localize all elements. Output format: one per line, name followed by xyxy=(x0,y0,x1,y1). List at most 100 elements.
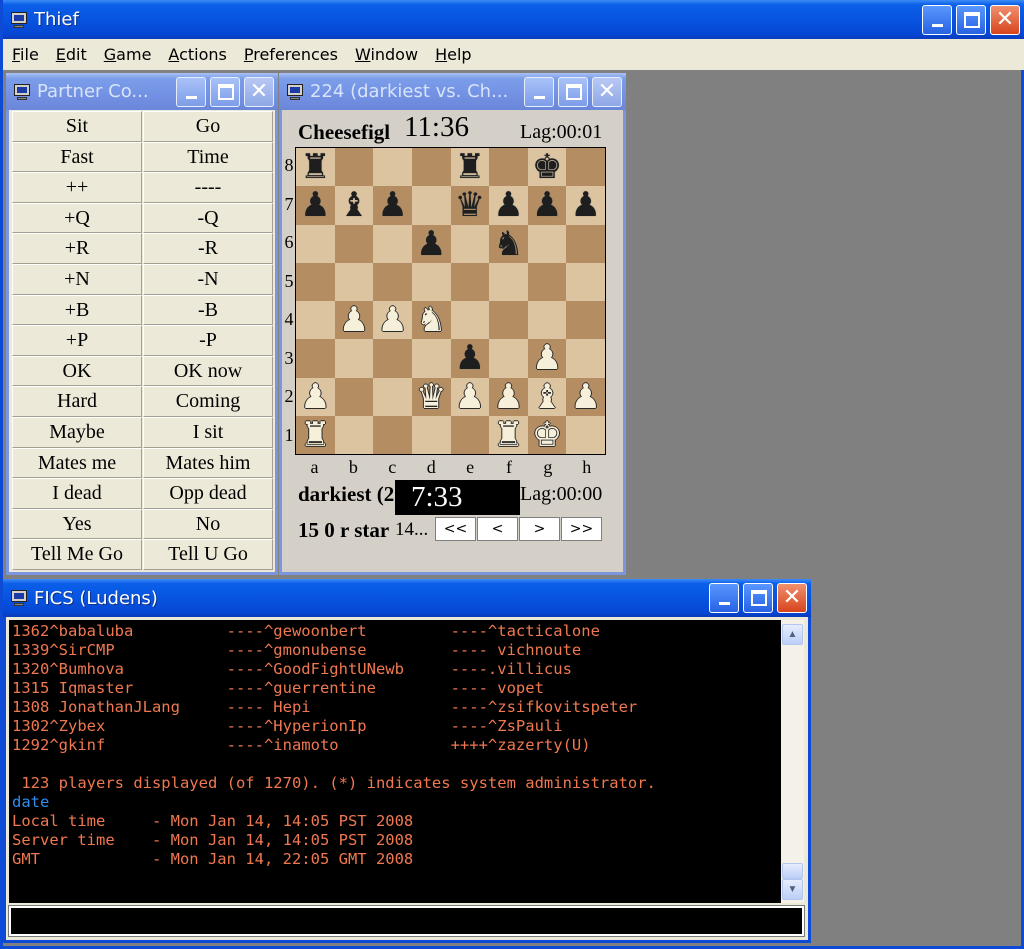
board-square[interactable]: ♟ xyxy=(450,339,490,378)
partner-button[interactable]: Tell U Go xyxy=(143,539,273,570)
chess-piece[interactable]: ♟ xyxy=(570,380,600,414)
board-square[interactable]: ♝ xyxy=(334,186,374,225)
board-square[interactable] xyxy=(566,262,605,301)
chess-piece[interactable]: ♝ xyxy=(532,380,562,414)
close-button[interactable]: ✕ xyxy=(990,4,1020,35)
board-square[interactable] xyxy=(450,224,490,263)
partner-button[interactable]: Coming xyxy=(143,386,273,417)
board-square[interactable] xyxy=(450,262,490,301)
board-square[interactable] xyxy=(334,415,374,454)
board-square[interactable]: ♟ xyxy=(296,377,335,416)
board-square[interactable] xyxy=(450,301,490,340)
chess-piece[interactable]: ♟ xyxy=(455,341,485,375)
board-square[interactable]: ♜ xyxy=(296,415,335,454)
partner-button[interactable]: Sit xyxy=(12,111,142,142)
fics-title-bar[interactable]: FICS (Ludens) ✕ xyxy=(3,579,811,617)
board-square[interactable]: ♟ xyxy=(489,377,528,416)
game-title-bar[interactable]: 224 (darkiest vs. Ch... ✕ xyxy=(279,73,626,110)
board-square[interactable] xyxy=(489,262,528,301)
partner-button[interactable]: -R xyxy=(143,233,273,264)
minimize-button[interactable] xyxy=(524,76,554,107)
partner-title-bar[interactable]: Partner Co... ✕ xyxy=(6,73,278,110)
board-square[interactable] xyxy=(411,186,451,225)
scroll-down-icon[interactable]: ▼ xyxy=(782,879,803,900)
menu-preferences[interactable]: Preferences xyxy=(235,45,346,64)
board-square[interactable]: ♚ xyxy=(527,415,567,454)
board-square[interactable] xyxy=(334,377,374,416)
board-square[interactable] xyxy=(373,339,412,378)
chess-piece[interactable]: ♚ xyxy=(532,418,562,452)
partner-button[interactable]: Hard xyxy=(12,386,142,417)
nav-first-button[interactable]: << xyxy=(435,517,476,541)
minimize-button[interactable] xyxy=(709,583,739,613)
chess-piece[interactable]: ♞ xyxy=(416,303,446,337)
partner-button[interactable]: +Q xyxy=(12,202,142,234)
maximize-button[interactable] xyxy=(210,76,240,107)
board-square[interactable] xyxy=(566,301,605,340)
board-square[interactable]: ♛ xyxy=(411,377,451,416)
board-square[interactable] xyxy=(373,415,412,454)
board-square[interactable] xyxy=(296,262,335,301)
chess-piece[interactable]: ♟ xyxy=(416,227,446,261)
partner-button[interactable]: ++ xyxy=(12,172,142,203)
board-square[interactable] xyxy=(450,415,490,454)
nav-prev-button[interactable]: < xyxy=(477,517,518,541)
board-square[interactable]: ♟ xyxy=(373,186,412,225)
board-square[interactable] xyxy=(566,339,605,378)
chess-piece[interactable]: ♛ xyxy=(455,188,485,222)
board-square[interactable] xyxy=(296,301,335,340)
command-input[interactable] xyxy=(8,905,805,937)
partner-button[interactable]: OK now xyxy=(143,355,273,387)
board-square[interactable] xyxy=(489,301,528,340)
chess-piece[interactable]: ♛ xyxy=(416,380,446,414)
partner-button[interactable]: -Q xyxy=(143,202,273,234)
partner-button[interactable]: +P xyxy=(12,325,142,356)
partner-button[interactable]: Mates him xyxy=(143,447,273,479)
chess-piece[interactable]: ♟ xyxy=(455,380,485,414)
board-square[interactable]: ♟ xyxy=(489,186,528,225)
board-square[interactable]: ♟ xyxy=(373,301,412,340)
console-scrollbar[interactable]: ▲ ▼ xyxy=(781,620,804,903)
board-square[interactable] xyxy=(411,148,451,187)
chess-piece[interactable]: ♜ xyxy=(300,150,330,184)
board-square[interactable] xyxy=(527,262,567,301)
scroll-up-icon[interactable]: ▲ xyxy=(782,624,803,645)
chess-board[interactable]: ♜ ♜ ♚ ♟ ♝ ♟ ♛ ♟ ♟ ♟ ♟ ♞ ♟ ♟ ♞ ♟ ♟ ♟ ♛ ♟ ♟ ♝ ♟ ♜ ♜ ♚ xyxy=(295,147,606,455)
board-square[interactable]: ♛ xyxy=(450,186,490,225)
minimize-button[interactable] xyxy=(176,76,206,107)
chess-piece[interactable]: ♟ xyxy=(532,188,562,222)
board-square[interactable] xyxy=(373,262,412,301)
chess-piece[interactable]: ♟ xyxy=(532,341,562,375)
menu-game[interactable]: Game xyxy=(95,45,160,64)
board-square[interactable] xyxy=(489,148,528,187)
partner-button[interactable]: I sit xyxy=(143,416,273,448)
partner-button[interactable]: Time xyxy=(143,141,273,173)
board-square[interactable] xyxy=(566,224,605,263)
board-square[interactable] xyxy=(334,262,374,301)
board-square[interactable] xyxy=(373,148,412,187)
board-square[interactable]: ♜ xyxy=(296,148,335,187)
board-square[interactable]: ♜ xyxy=(489,415,528,454)
chess-piece[interactable]: ♞ xyxy=(493,227,523,261)
minimize-button[interactable] xyxy=(922,4,952,35)
main-title-bar[interactable]: Thief ✕ xyxy=(3,0,1024,39)
menu-actions[interactable]: Actions xyxy=(159,45,234,64)
chess-piece[interactable]: ♜ xyxy=(300,418,330,452)
board-square[interactable]: ♜ xyxy=(450,148,490,187)
chess-piece[interactable]: ♜ xyxy=(493,418,523,452)
board-square[interactable] xyxy=(527,224,567,263)
board-square[interactable] xyxy=(411,339,451,378)
board-square[interactable] xyxy=(373,224,412,263)
chess-piece[interactable]: ♟ xyxy=(377,188,407,222)
board-square[interactable]: ♟ xyxy=(527,186,567,225)
board-square[interactable] xyxy=(527,301,567,340)
chess-piece[interactable]: ♟ xyxy=(300,380,330,414)
board-square[interactable] xyxy=(334,224,374,263)
close-button[interactable]: ✕ xyxy=(592,76,622,107)
board-square[interactable] xyxy=(296,339,335,378)
partner-button[interactable]: Opp dead xyxy=(143,478,273,509)
chess-piece[interactable]: ♝ xyxy=(339,188,369,222)
board-square[interactable]: ♝ xyxy=(527,377,567,416)
partner-button[interactable]: OK xyxy=(12,355,142,387)
maximize-button[interactable] xyxy=(558,76,588,107)
